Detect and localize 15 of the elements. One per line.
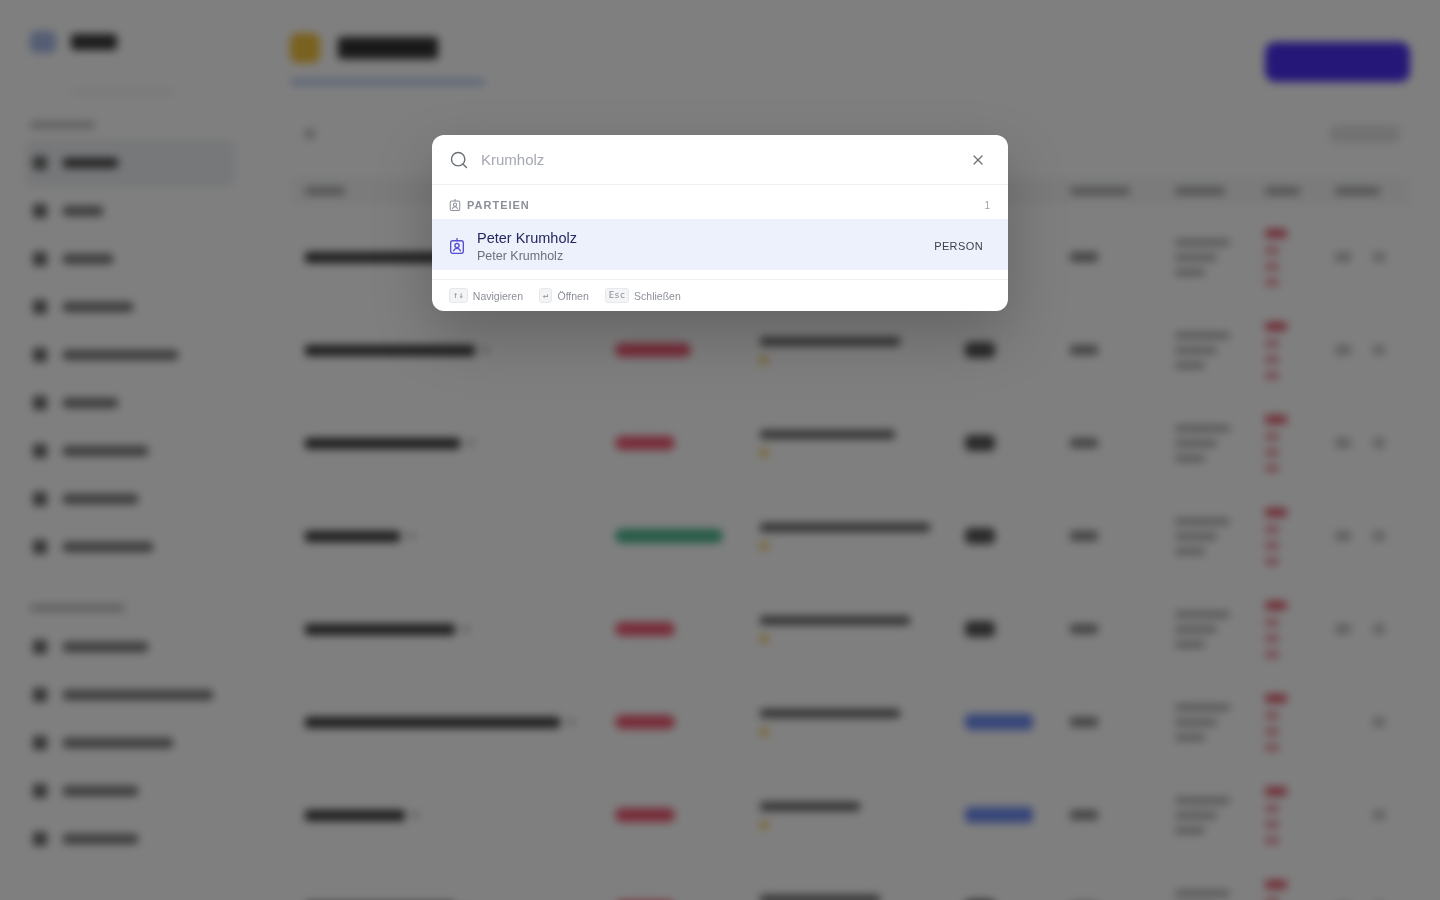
result-subtitle: Peter Krumholz [477, 248, 565, 264]
person-badge-icon [449, 199, 461, 211]
person-badge-icon [449, 238, 465, 254]
search-icon [449, 149, 469, 170]
search-result-item[interactable]: Peter Krumholz Peter Krumholz PERSON [432, 219, 1008, 270]
shortcut-key: ↵ [539, 288, 553, 303]
result-type-label: PERSON [934, 240, 983, 252]
section-title: PARTEIEN [467, 199, 531, 211]
shortcut-label: Navigieren [472, 289, 524, 302]
shortcut-key: Esc [604, 288, 630, 303]
section-count: 1 [984, 199, 990, 211]
shortcut-label: Öffnen [557, 289, 589, 302]
shortcut-label: Schließen [634, 289, 681, 302]
result-title: Peter Krumholz [477, 228, 578, 247]
shortcut-key: ↑↓ [449, 288, 468, 303]
